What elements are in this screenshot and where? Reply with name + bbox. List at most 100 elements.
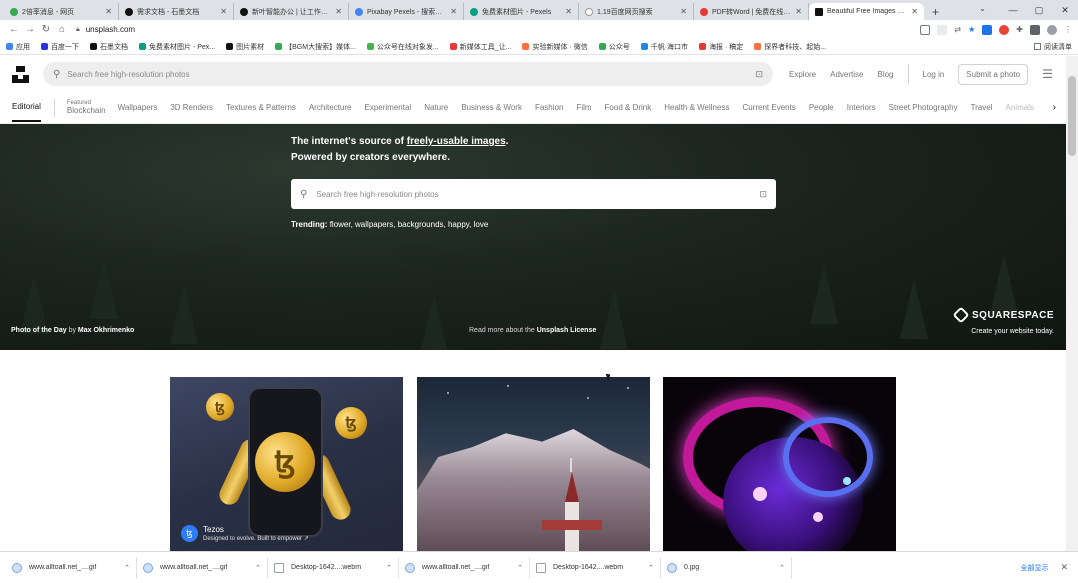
close-icon[interactable]: ✕ [450, 7, 457, 16]
nav-blog[interactable]: Blog [877, 70, 893, 79]
topic-item[interactable]: Wallpapers [118, 103, 158, 112]
bookmark-item[interactable]: 石墨文档 [90, 42, 128, 52]
bookmark-item[interactable]: 【BGM大搜索】媒体... [275, 42, 356, 52]
chevron-up-icon[interactable]: ⌃ [648, 564, 654, 572]
menu-icon[interactable]: ☰ [1042, 67, 1053, 81]
chevron-down-icon[interactable]: ⌄ [979, 4, 986, 13]
login-link[interactable]: Log in [923, 70, 945, 79]
browser-tab[interactable]: 2倍率消息 - 网页 ✕ [4, 3, 119, 20]
avatar[interactable] [1047, 24, 1057, 35]
minimize-icon[interactable]: — [1000, 0, 1026, 20]
maximize-icon[interactable]: ▢ [1026, 0, 1052, 20]
topic-item[interactable]: 3D Renders [170, 103, 213, 112]
close-window-icon[interactable]: ✕ [1052, 0, 1078, 20]
topic-item[interactable]: Film [576, 103, 591, 112]
close-icon[interactable]: ✕ [911, 7, 918, 16]
browser-tab[interactable]: PDF转Word | 免费在线PDF ✕ [694, 3, 809, 20]
reading-list[interactable]: 阅读清单 [1034, 42, 1072, 52]
chevron-up-icon[interactable]: ⌃ [517, 564, 523, 572]
search-icon[interactable]: ⚲ [53, 69, 60, 80]
bookmark-item[interactable]: 百度一下 [41, 42, 79, 52]
topic-item[interactable]: Street Photography [889, 103, 958, 112]
topic-item[interactable]: Experimental [365, 103, 412, 112]
download-item[interactable]: www.alltoall.net_....gif ⌃ [6, 556, 137, 579]
star-icon[interactable]: ★ [968, 25, 975, 34]
page-scrollbar[interactable] [1066, 56, 1078, 551]
bookmark-item[interactable]: 新媒体工具_让... [449, 42, 511, 52]
download-item[interactable]: www.alltoall.net_....gif ⌃ [399, 556, 530, 579]
translate-icon[interactable]: ⇄ [954, 25, 961, 34]
browser-tab-active[interactable]: Beautiful Free Images & Pi ✕ [809, 3, 924, 20]
browser-tab[interactable]: 需求文档 - 石墨文档 ✕ [119, 3, 234, 20]
browser-tab[interactable]: 1.19百度网页搜索 ✕ [579, 3, 694, 20]
topic-item[interactable]: Health & Wellness [664, 103, 729, 112]
submit-photo-button[interactable]: Submit a photo [958, 63, 1029, 85]
bookmark-item[interactable]: 图片素材 [226, 42, 264, 52]
bookmark-item[interactable]: 实验新媒体 · 微信 [522, 42, 588, 52]
header-search-input[interactable]: ⚲ Search free high-resolution photos ⊡ [43, 62, 773, 86]
extension-icon[interactable] [999, 24, 1010, 35]
browser-tab[interactable]: 新叶智能办公 | 让工作技巧 ✕ [234, 3, 349, 20]
license-link[interactable]: Unsplash License [537, 327, 597, 334]
scrollbar-thumb[interactable] [1068, 76, 1076, 156]
lock-icon[interactable]: 🔒︎ [76, 26, 80, 34]
bookmark-item[interactable]: 公众号 [598, 42, 630, 52]
close-icon[interactable]: ✕ [335, 7, 342, 16]
chevron-up-icon[interactable]: ⌃ [386, 564, 392, 572]
hero-search-input[interactable]: ⚲ Search free high-resolution photos ⊡ [291, 179, 776, 209]
chevron-up-icon[interactable]: ⌃ [255, 564, 261, 572]
download-item[interactable]: Desktop-1642....webm ⌃ [530, 556, 661, 579]
bookmark-item[interactable]: 免费素材图片 - Pex... [139, 42, 215, 52]
topic-item[interactable]: Interiors [847, 103, 876, 112]
close-icon[interactable]: ✕ [105, 7, 112, 16]
browser-tab[interactable]: 免费素材图片 - Pexels ✕ [464, 3, 579, 20]
photographer-link[interactable]: Max Okhrimenko [78, 327, 134, 334]
bookmark-item[interactable]: 千帆·海口市 [640, 42, 688, 52]
download-item[interactable]: Desktop-1642....webm ⌃ [268, 556, 399, 579]
close-icon[interactable]: ✕ [795, 7, 802, 16]
extension-icon[interactable] [982, 24, 993, 35]
show-all-downloads-link[interactable]: 全部显示 [1020, 563, 1048, 573]
topic-item[interactable]: Animals [1006, 103, 1034, 112]
close-icon[interactable]: ✕ [565, 7, 572, 16]
topic-item[interactable]: Travel [971, 103, 993, 112]
photo-card-neon[interactable] [663, 377, 896, 551]
chevron-right-icon[interactable]: › [1053, 102, 1056, 113]
extension-icon[interactable] [920, 24, 931, 35]
topic-item[interactable]: Fashion [535, 103, 563, 112]
browser-tab[interactable]: Pixabay Pexels - 搜索结果 ✕ [349, 3, 464, 20]
bookmark-item[interactable]: 应用 [6, 42, 30, 52]
photo-card-church[interactable] [417, 377, 650, 551]
visual-search-icon[interactable]: ⊡ [755, 69, 763, 80]
topic-item[interactable]: Current Events [742, 103, 795, 112]
topic-item[interactable]: Nature [424, 103, 448, 112]
bookmark-item[interactable]: 海报 · 稿定 [699, 42, 743, 52]
chevron-up-icon[interactable]: ⌃ [779, 564, 785, 572]
download-item[interactable]: 0.jpg ⌃ [661, 556, 792, 579]
bookmark-item[interactable]: 公众号在线对象发... [366, 42, 439, 52]
close-icon[interactable]: ✕ [680, 7, 687, 16]
topic-item[interactable]: Business & Work [461, 103, 522, 112]
more-icon[interactable]: ⋮ [1064, 25, 1072, 34]
topic-item[interactable]: People [809, 103, 834, 112]
url-field[interactable]: 🔒︎ unsplash.com [76, 22, 912, 37]
reload-icon[interactable]: ↻ [38, 24, 54, 35]
topic-item[interactable]: Food & Drink [605, 103, 652, 112]
tab-editorial[interactable]: Editorial [12, 93, 41, 122]
topic-item[interactable]: Architecture [309, 103, 352, 112]
sponsor-badge[interactable]: ꜩ Tezos Designed to evolve. Built to emp… [181, 525, 309, 542]
chevron-up-icon[interactable]: ⌃ [124, 564, 130, 572]
extension-icon[interactable] [1030, 24, 1040, 35]
extension-icon[interactable] [937, 24, 948, 35]
trending-links[interactable]: flower, wallpapers, backgrounds, happy, … [330, 220, 489, 229]
unsplash-logo[interactable] [12, 65, 29, 83]
photo-card-tezos[interactable]: ꜩ ꜩ ꜩ ꜩ Tezos Designed to evolve. Built … [170, 377, 403, 551]
visual-search-icon[interactable]: ⊡ [759, 189, 767, 200]
home-icon[interactable]: ⌂ [54, 24, 70, 35]
bookmark-item[interactable]: 探界者科技、起始... [754, 42, 826, 52]
back-icon[interactable]: ← [6, 24, 22, 35]
nav-advertise[interactable]: Advertise [830, 70, 863, 79]
forward-icon[interactable]: → [22, 24, 38, 35]
puzzle-icon[interactable]: ✚ [1016, 25, 1023, 34]
topic-blockchain[interactable]: Featured Blockchain [67, 100, 106, 115]
